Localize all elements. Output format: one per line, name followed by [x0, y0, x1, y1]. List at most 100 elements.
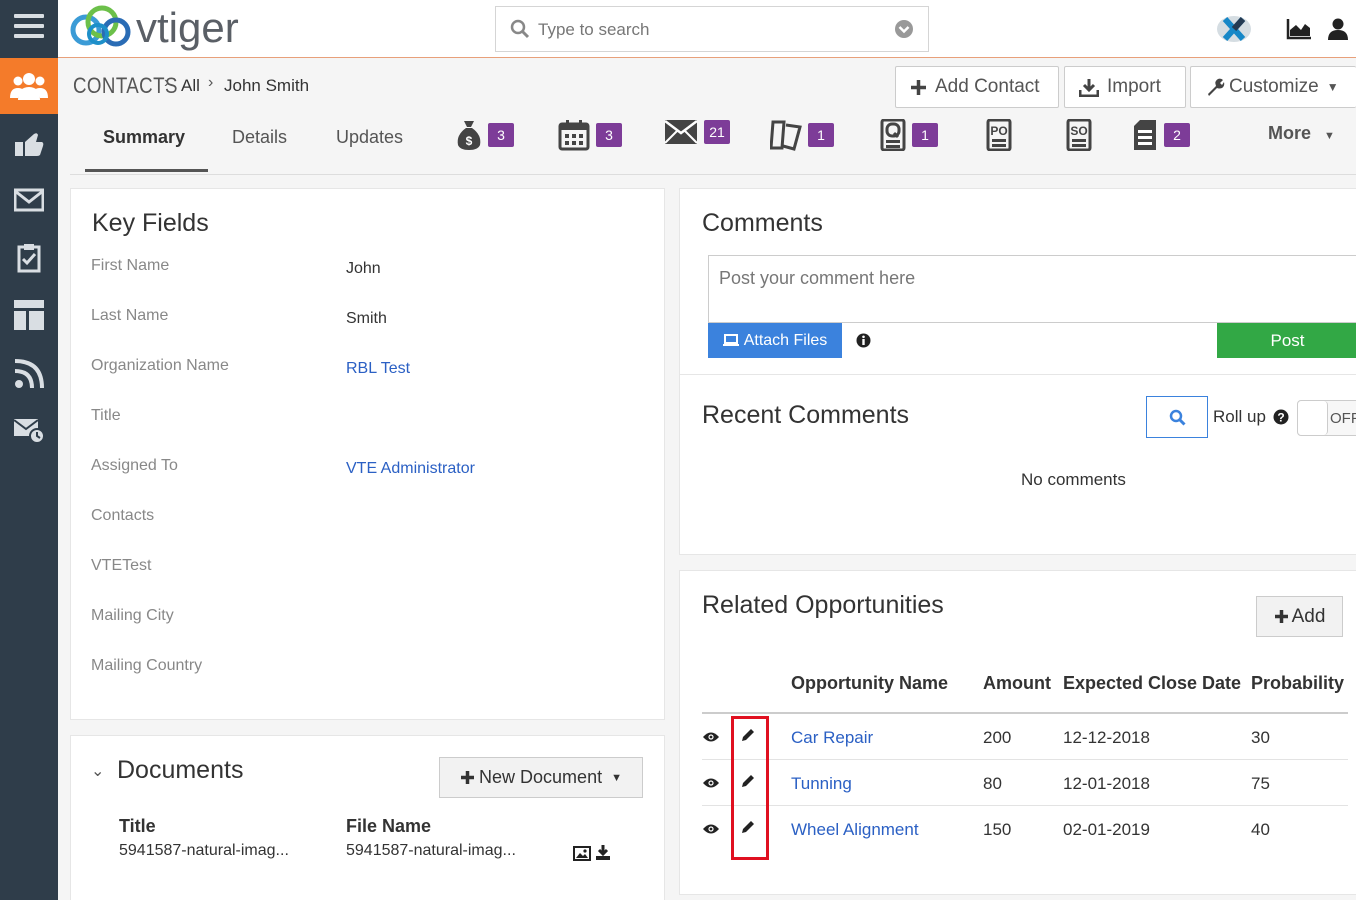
opportunity-probability: 30	[1251, 728, 1270, 747]
col-expected-close-date[interactable]: Expected Close Date	[1063, 673, 1241, 694]
more-tabs-dropdown[interactable]: More ▼	[1268, 123, 1335, 144]
new-document-button[interactable]: New Document ▼	[439, 757, 643, 798]
apps-switcher[interactable]	[1216, 14, 1252, 49]
tab-summary[interactable]: Summary	[103, 127, 185, 148]
import-button[interactable]: Import	[1064, 66, 1186, 108]
breadcrumb-all[interactable]: All	[181, 76, 200, 96]
tab-opportunities[interactable]: $ 3	[456, 119, 514, 151]
global-search[interactable]: Type to search	[495, 6, 929, 52]
nav-mail-schedule[interactable]	[0, 410, 58, 450]
reports-button[interactable]	[1286, 18, 1312, 45]
nav-tasks[interactable]	[0, 238, 58, 278]
area-chart-icon	[1286, 19, 1311, 40]
collapse-chevron-icon[interactable]: ⌄	[91, 761, 104, 781]
field-value-organization-link[interactable]: RBL Test	[346, 360, 410, 378]
search-comments-button[interactable]	[1146, 396, 1208, 438]
purchase-order-icon-label: PO	[990, 124, 1007, 138]
top-bar: vtiger Type to search	[58, 0, 1356, 58]
download-icon[interactable]	[595, 844, 611, 861]
customize-button[interactable]: Customize ▼	[1190, 66, 1356, 108]
invoices-count-badge: 2	[1164, 123, 1190, 147]
field-label: Organization Name	[91, 357, 229, 374]
opportunity-name-link[interactable]: Tunning	[791, 774, 852, 794]
user-menu[interactable]	[1328, 18, 1348, 45]
tab-quotes[interactable]: 1	[880, 119, 938, 151]
logo-text: vtiger	[136, 4, 239, 51]
eye-icon[interactable]	[702, 731, 720, 743]
col-opportunity-name[interactable]: Opportunity Name	[791, 673, 948, 694]
info-icon[interactable]	[856, 333, 871, 348]
comments-panel: Comments Post your comment here Attach F…	[679, 188, 1356, 555]
nav-dashboard[interactable]	[0, 295, 58, 335]
field-label: Last Name	[91, 307, 169, 324]
attach-files-label: Attach Files	[743, 331, 828, 349]
col-amount[interactable]: Amount	[983, 673, 1051, 694]
tab-invoices[interactable]: 2	[1132, 119, 1190, 151]
tab-purchase-orders[interactable]: PO	[986, 119, 1012, 151]
document-file-name-cell[interactable]: 5941587-natural-imag...	[346, 842, 516, 860]
post-comment-button[interactable]: Post	[1217, 323, 1356, 358]
eye-icon[interactable]	[702, 823, 720, 835]
add-contact-button[interactable]: Add Contact	[895, 66, 1059, 108]
tab-emails[interactable]: 21	[664, 119, 730, 145]
roll-up-toggle[interactable]: OFF	[1297, 400, 1356, 436]
purchase-order-icon: PO	[986, 119, 1012, 151]
tab-updates[interactable]: Updates	[336, 127, 403, 148]
svg-text:$: $	[466, 134, 473, 148]
nav-marketing[interactable]	[0, 124, 58, 164]
active-tab-indicator	[85, 169, 208, 172]
chevron-down-circle-icon[interactable]	[894, 19, 914, 39]
no-comments-text: No comments	[1021, 470, 1126, 489]
vtiger-logo[interactable]: vtiger	[68, 4, 239, 52]
comment-textarea[interactable]: Post your comment here	[708, 255, 1356, 323]
col-probability[interactable]: Probability	[1251, 673, 1344, 694]
caret-down-icon: ▼	[1324, 130, 1335, 142]
eye-icon[interactable]	[702, 777, 720, 789]
tasks-icon	[17, 244, 41, 273]
dashboard-layout-icon	[14, 300, 44, 330]
opportunity-name-link[interactable]: Car Repair	[791, 728, 873, 748]
search-icon	[1169, 409, 1186, 426]
add-opportunity-button[interactable]: Add	[1256, 596, 1343, 637]
calendar-icon	[558, 120, 590, 151]
menu-icon[interactable]	[14, 14, 44, 40]
nav-inbox[interactable]	[0, 180, 58, 220]
import-label: Import	[1107, 76, 1161, 97]
tab-details[interactable]: Details	[232, 127, 287, 148]
document-lines-icon	[1134, 120, 1156, 150]
module-title[interactable]: CONTACTS	[73, 73, 178, 99]
tab-tickets[interactable]: 1	[770, 119, 834, 151]
opportunity-name-link[interactable]: Wheel Alignment	[791, 820, 919, 840]
add-label: Add	[1291, 605, 1326, 627]
plus-icon	[911, 79, 926, 95]
recent-comments-title: Recent Comments	[702, 401, 910, 429]
help-icon[interactable]: ?	[1273, 409, 1289, 425]
attach-files-button[interactable]: Attach Files	[708, 323, 842, 358]
field-label: VTETest	[91, 557, 152, 574]
search-input[interactable]: Type to search	[538, 20, 650, 40]
documents-col-file-name: File Name	[346, 816, 432, 836]
tab-events[interactable]: 3	[558, 119, 622, 151]
vtiger-logo-icon	[70, 5, 131, 47]
nav-rss[interactable]	[0, 354, 58, 394]
table-row: Car Repair 200 12-12-2018 30	[702, 714, 1348, 760]
inbox-icon	[14, 188, 44, 212]
tickets-icon	[770, 120, 802, 151]
field-label: Title	[91, 407, 121, 424]
envelope-icon	[664, 120, 698, 144]
nav-contacts[interactable]	[0, 58, 58, 114]
download-tray-icon	[1079, 78, 1099, 97]
image-preview-icon[interactable]	[573, 846, 591, 861]
breadcrumb-chevron-icon: ›	[208, 74, 214, 91]
new-document-label: New Document	[479, 767, 603, 787]
field-value-first-name[interactable]: John	[346, 260, 381, 278]
field-value-assigned-to-link[interactable]: VTE Administrator	[346, 460, 475, 478]
tab-sales-orders[interactable]: SO	[1066, 119, 1092, 151]
field-value-last-name[interactable]: Smith	[346, 310, 387, 328]
laptop-icon	[722, 334, 739, 346]
left-navigation	[0, 0, 58, 900]
opportunity-amount: 80	[983, 774, 1002, 793]
events-count-badge: 3	[596, 123, 622, 147]
caret-down-icon: ▼	[1326, 80, 1339, 94]
document-title-cell[interactable]: 5941587-natural-imag...	[119, 842, 289, 860]
